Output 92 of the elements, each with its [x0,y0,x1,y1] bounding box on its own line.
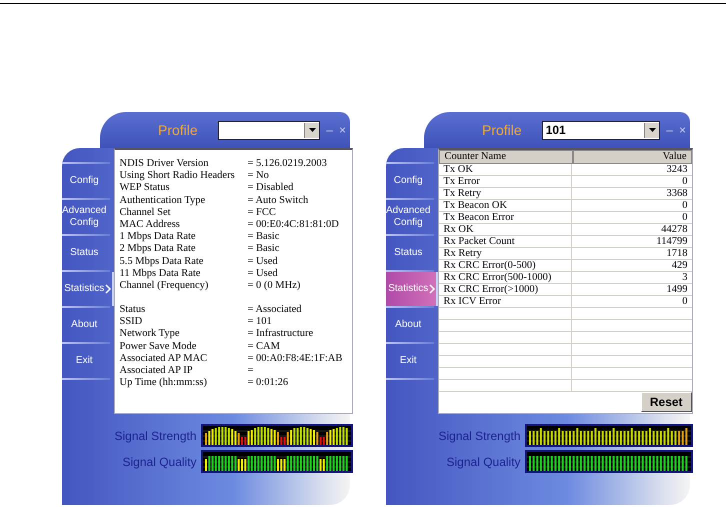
chevron-icon [105,284,112,294]
info-label: 5.5 Mbps Data Rate [119,256,204,268]
info-value: = CAM [247,340,280,353]
table-cell: Tx Error [439,176,572,187]
info-value: = Used [247,268,278,280]
table-cell: Tx Beacon OK [439,200,572,211]
nav-item[interactable]: Statistics [386,272,438,306]
caret-icon [308,128,316,132]
meter-label: Signal Quality [446,454,521,468]
info-label: Channel (Frequency) [119,280,210,292]
info-value: = FCC [247,206,276,219]
info-label: Up Time (hh:mm:ss) [119,377,208,390]
nav-item[interactable]: Exit [62,344,114,378]
info-label: NDIS Driver Version [119,158,210,170]
minimize-button[interactable]: – [326,124,333,136]
info-value: = Used [247,256,278,268]
chevron-icon [429,284,436,294]
close-button[interactable]: × [338,124,346,136]
table-cell-text: 1499 [666,284,689,295]
profile-label: Profile [158,122,198,138]
info-label: Authentication Type [119,194,206,207]
meter-label: Signal Quality [122,454,197,468]
info-value: = 5.126.0219.2003 [247,158,327,170]
info-value: = Basic [247,243,280,256]
info-label: Associated AP MAC [119,352,208,365]
table-cell: Rx Retry [439,248,572,259]
table-cell: Tx Retry [439,188,572,199]
info-value: = No [247,170,269,182]
nav-item[interactable]: Config [386,164,438,198]
table-cell-text: 3368 [666,188,689,199]
table-cell-text: 3243 [666,164,689,175]
info-value: = 00:A0:F8:4E:1F:AB [247,352,342,365]
table-cell: Tx OK [439,164,572,175]
table-cell: Rx CRC Error(0-500) [439,260,572,271]
close-button[interactable]: × [678,124,686,136]
nav-item[interactable]: Advanced Config [386,200,438,234]
info-value: = [247,365,254,378]
nav-item[interactable]: About [62,308,114,342]
info-label: Using Short Radio Headers [119,170,236,182]
info-value: = Associated [247,304,302,316]
table-cell: Tx Beacon Error [439,212,572,223]
info-label: Power Save Mode [119,340,198,353]
table-cell-text: 0 [681,176,689,187]
info-value: = 101 [247,316,272,328]
column-header[interactable]: Counter Name [439,150,574,164]
info-value: = 0:01:26 [247,377,288,390]
info-label: Associated AP IP [119,365,194,378]
nav-item[interactable]: Exit [386,344,438,378]
meter-label: Signal Strength [438,428,521,442]
info-label: MAC Address [119,218,181,232]
column-header[interactable]: Value [573,150,692,164]
reset-button[interactable]: Reset [640,392,692,412]
table-cell-text: 429 [670,260,689,271]
info-value: = 00:E0:4C:81:81:0D [247,218,339,232]
profile-dropdown[interactable]: 101 [542,120,660,140]
table-cell-text: 114799 [655,236,689,247]
info-value: = Infrastructure [247,328,314,341]
nav-item[interactable]: Status [386,236,438,270]
info-value: = Basic [247,231,280,244]
dropdown-button[interactable] [304,122,320,138]
info-value: = 0 (0 MHz) [247,280,300,292]
table-cell-text: 3 [681,272,689,283]
info-label: SSID [119,316,144,328]
info-label: Status [119,304,146,316]
info-label: 11 Mbps Data Rate [119,268,202,280]
info-value: = Auto Switch [247,194,308,207]
table-cell-text: 1718 [666,248,689,259]
caret-icon [648,128,656,132]
minimize-button[interactable]: – [666,124,673,136]
table-cell-text: 0 [681,296,689,307]
nav-item[interactable]: About [386,308,438,342]
table-cell: Rx OK [439,224,572,235]
table-cell-text: 0 [681,212,689,223]
table-cell-text: 0 [681,200,689,211]
nav-item[interactable]: Advanced Config [62,200,114,234]
table-cell-text: 44278 [660,224,689,235]
info-label: Channel Set [119,206,172,219]
info-label: Network Type [119,328,181,341]
dropdown-button[interactable] [644,122,660,138]
table-cell: Rx CRC Error(>1000) [439,284,572,295]
info-label: WEP Status [119,182,171,195]
nav-item[interactable]: Status [62,236,114,270]
meter-label: Signal Strength [114,428,197,442]
info-value: = Disabled [247,182,294,195]
table-cell: Rx CRC Error(500-1000) [439,272,572,283]
profile-label: Profile [482,122,522,138]
profile-dropdown[interactable] [218,120,320,140]
table-cell: Rx ICV Error [439,296,572,307]
info-label: 1 Mbps Data Rate [119,231,197,244]
table-cell: Rx Packet Count [439,236,572,247]
nav-item[interactable]: Config [62,164,114,198]
info-label: 2 Mbps Data Rate [119,243,197,256]
